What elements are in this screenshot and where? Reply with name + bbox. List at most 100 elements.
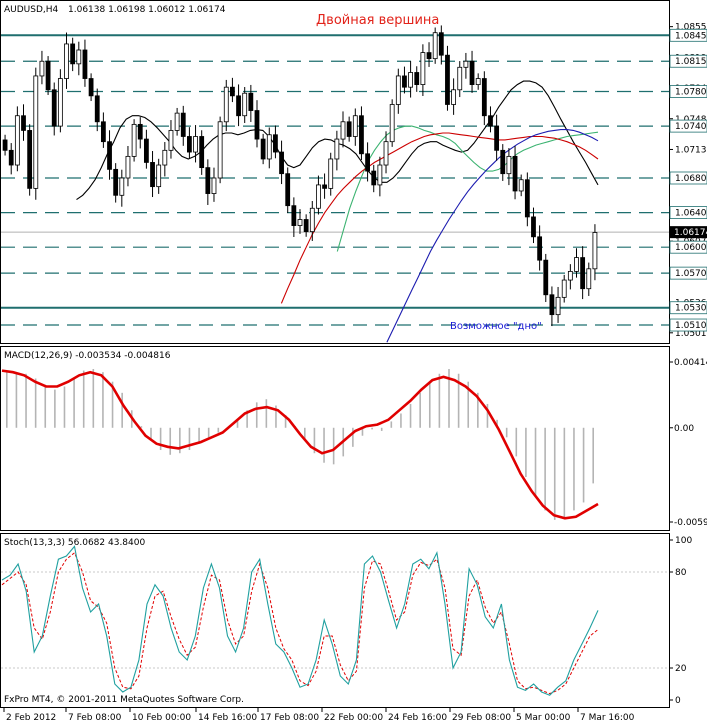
candle-body [426,52,432,60]
candle-body [451,89,457,105]
candle-body [432,32,438,60]
candle-body [371,170,377,186]
level-price-label: 1.05100 [675,321,707,331]
macd-tick-label: 0.00414 [674,358,707,368]
candle-body [512,155,518,192]
candle-body [500,149,506,175]
candle-body [156,164,162,188]
candle-body [494,125,500,151]
time-axis: 2 Feb 2012 7 Feb 08:00 10 Feb 00:00 14 Feb … [3,708,635,723]
time-tick-label: 22 Feb 00:00 [324,713,383,723]
candle-body [537,236,543,261]
candle-body [14,115,20,166]
candle-body [45,60,51,91]
chart-canvas: 1.085501.081951.078401.074851.071301.067… [0,0,707,723]
level-price-label: 1.06800 [675,174,707,184]
time-tick-label: 2 Feb 2012 [6,713,56,723]
time-tick-label: 24 Feb 16:00 [388,713,447,723]
candle-body [168,130,174,151]
candle-body [94,95,100,123]
candle-body [328,158,334,189]
candle-body [125,155,131,179]
candle-body [469,60,475,85]
candle-body [365,153,370,172]
candle-body [518,179,524,192]
level-price-label: 1.07800 [675,88,707,98]
macd-tick-label: -0.00593 [674,518,707,528]
level-price-label: 1.06000 [675,243,707,253]
price-panel-frame [0,0,670,344]
candle-body [162,149,168,166]
symbol-header: AUDUSD,H4 [4,5,59,15]
stoch-tick-label: 0 [675,696,681,706]
candle-body [592,232,598,270]
candle-body [150,162,155,188]
candle-body [180,112,186,137]
candle-body [488,115,493,127]
candle-body [463,60,469,68]
candle-body [223,86,229,123]
candle-body [248,92,254,111]
candle-body [82,49,88,79]
candle-body [543,259,549,296]
candle-body [352,115,358,137]
candle-body [340,121,346,140]
time-tick-label: 7 Mar 16:00 [580,713,635,723]
candle-body [524,179,530,218]
stoch-tick-label: 80 [675,568,687,578]
candle-body [199,136,205,169]
candle-body [143,138,149,163]
candle-body [39,60,45,77]
candle-body [481,78,487,117]
stoch-header: Stoch(13,3,3) 56.0682 43.8400 [4,538,145,548]
candle-body [389,104,395,143]
candle-body [205,167,211,194]
level-price-label: 1.05700 [675,269,707,279]
candle-body [555,296,561,316]
candle-body [506,155,512,175]
copyright-text: FxPro MT4, © 2001-2011 MetaQuotes Softwa… [4,695,244,705]
candle-body [322,184,327,189]
stoch-tick-label: 100 [675,536,692,546]
candle-body [316,184,321,209]
candle-body [88,78,94,97]
candle-body [402,75,407,88]
candle-body [193,136,198,153]
macd-tick-label: 0.00 [674,424,694,434]
candle-body [438,32,444,56]
candle-body [420,52,426,85]
candle-body [242,92,248,117]
macd-header: MACD(12,26,9) -0.003534 -0.004816 [4,351,171,361]
candle-body [395,75,401,105]
candle-body [107,141,112,170]
candle-body [51,89,57,127]
price-axis: 1.085501.081951.078401.074851.071301.067… [669,23,707,339]
time-tick-label: 17 Feb 08:00 [260,713,319,723]
candle-body [285,173,291,207]
candle-body [217,121,223,179]
candle-body [383,141,389,166]
candle-body [254,110,260,140]
candle-body [21,115,26,131]
candle-body [76,49,82,65]
candle-body [377,164,383,186]
candle-body [414,72,420,85]
candle-body [567,271,573,281]
candle-body [309,207,315,233]
candle-body [561,279,567,298]
candle-body [266,134,272,160]
candle-body [457,66,463,91]
level-price-label: 1.05300 [675,304,707,314]
time-tick-label: 5 Mar 00:00 [516,713,571,723]
double-top-annotation: Двойная вершина [316,13,439,28]
price-tick-label: 1.07130 [675,145,707,155]
candle-body [586,268,592,290]
candle-body [64,43,69,79]
candle-body [346,121,352,137]
stoch-tick-label: 20 [675,664,687,674]
possible-bottom-annotation: Возможное "дно" [450,321,542,332]
candle-body [549,294,555,316]
stoch-panel-frame [0,533,670,708]
time-tick-label: 10 Feb 00:00 [132,713,191,723]
candle-body [574,257,579,272]
